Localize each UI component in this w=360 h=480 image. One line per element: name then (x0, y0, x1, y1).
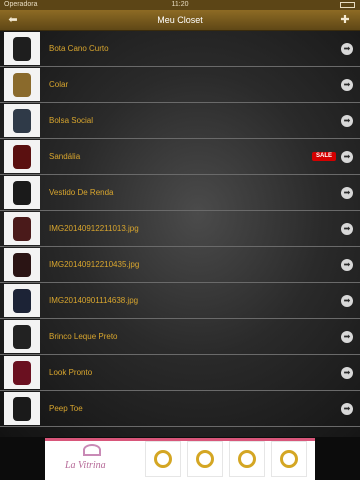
closet-item-row[interactable]: IMG20140912211013.jpg ➡ (0, 211, 360, 247)
item-thumbnail (4, 68, 40, 101)
item-label: IMG20140912210435.jpg (49, 260, 140, 269)
closet-list[interactable]: Bota Cano Curto ➡ Colar ➡ Bolsa Social ➡ Sandá… (0, 31, 360, 437)
chevron-right-icon[interactable]: ➡ (341, 43, 353, 55)
closet-item-row[interactable]: IMG20140901114638.jpg ➡ (0, 283, 360, 319)
item-photo (13, 145, 31, 169)
chevron-right-icon[interactable]: ➡ (341, 367, 353, 379)
item-thumbnail (4, 104, 40, 137)
closet-item-row[interactable]: Look Pronto ➡ (0, 355, 360, 391)
item-label: Bota Cano Curto (49, 44, 109, 53)
item-photo (13, 181, 31, 205)
chevron-right-icon[interactable]: ➡ (341, 187, 353, 199)
jewelry-image-icon (271, 441, 307, 477)
item-photo (13, 109, 31, 133)
closet-item-row[interactable]: Colar ➡ (0, 67, 360, 103)
jewelry-image-icon (187, 441, 223, 477)
closet-item-row[interactable]: Bolsa Social ➡ (0, 103, 360, 139)
item-label: IMG20140901114638.jpg (49, 296, 139, 305)
item-photo (13, 37, 31, 61)
navbar: Meu Closet ⬅ ✚ (0, 10, 360, 31)
ad-banner[interactable]: La Vitrina (45, 438, 315, 480)
sale-badge: SALE (311, 152, 336, 161)
jewelry-image-icon (145, 441, 181, 477)
item-thumbnail (4, 212, 40, 245)
item-thumbnail (4, 356, 40, 389)
item-thumbnail (4, 140, 40, 173)
page-title: Meu Closet (157, 15, 203, 25)
status-bar: Operadora 11:20 (0, 0, 360, 10)
item-photo (13, 397, 31, 421)
chevron-right-icon[interactable]: ➡ (341, 115, 353, 127)
item-thumbnail (4, 284, 40, 317)
item-thumbnail (4, 392, 40, 425)
closet-item-row[interactable]: Peep Toe ➡ (0, 391, 360, 427)
item-photo (13, 253, 31, 277)
item-thumbnail (4, 320, 40, 353)
chevron-right-icon[interactable]: ➡ (341, 151, 353, 163)
item-thumbnail (4, 176, 40, 209)
item-photo (13, 289, 31, 313)
item-label: IMG20140912211013.jpg (49, 224, 139, 233)
item-thumbnail (4, 32, 40, 65)
item-thumbnail (4, 248, 40, 281)
chevron-right-icon[interactable]: ➡ (341, 223, 353, 235)
item-label: Bolsa Social (49, 116, 94, 125)
item-photo (13, 73, 31, 97)
clock: 11:20 (171, 1, 189, 8)
chevron-right-icon[interactable]: ➡ (341, 403, 353, 415)
item-label: Colar (49, 80, 69, 89)
item-photo (13, 217, 31, 241)
item-label: Brinco Leque Preto (49, 332, 118, 341)
back-arrow-icon[interactable]: ⬅ (4, 12, 22, 28)
item-photo (13, 325, 31, 349)
chevron-right-icon[interactable]: ➡ (341, 331, 353, 343)
battery-icon (340, 2, 355, 8)
ad-brand: La Vitrina (65, 460, 106, 471)
closet-item-row[interactable]: Bota Cano Curto ➡ (0, 31, 360, 67)
item-label: Vestido De Renda (49, 188, 114, 197)
closet-item-row[interactable]: Vestido De Renda ➡ (0, 175, 360, 211)
chevron-right-icon[interactable]: ➡ (341, 259, 353, 271)
closet-item-row[interactable]: Brinco Leque Preto ➡ (0, 319, 360, 355)
item-photo (13, 361, 31, 385)
item-label: Sandália (49, 152, 81, 161)
closet-item-row[interactable]: Sandália SALE ➡ (0, 139, 360, 175)
add-closet-icon[interactable]: ✚ (336, 12, 354, 28)
jewelry-image-icon (229, 441, 265, 477)
chevron-right-icon[interactable]: ➡ (341, 295, 353, 307)
item-label: Peep Toe (49, 404, 83, 413)
chevron-right-icon[interactable]: ➡ (341, 79, 353, 91)
item-label: Look Pronto (49, 368, 93, 377)
ad-logo-icon (83, 444, 101, 456)
closet-item-row[interactable]: IMG20140912210435.jpg ➡ (0, 247, 360, 283)
